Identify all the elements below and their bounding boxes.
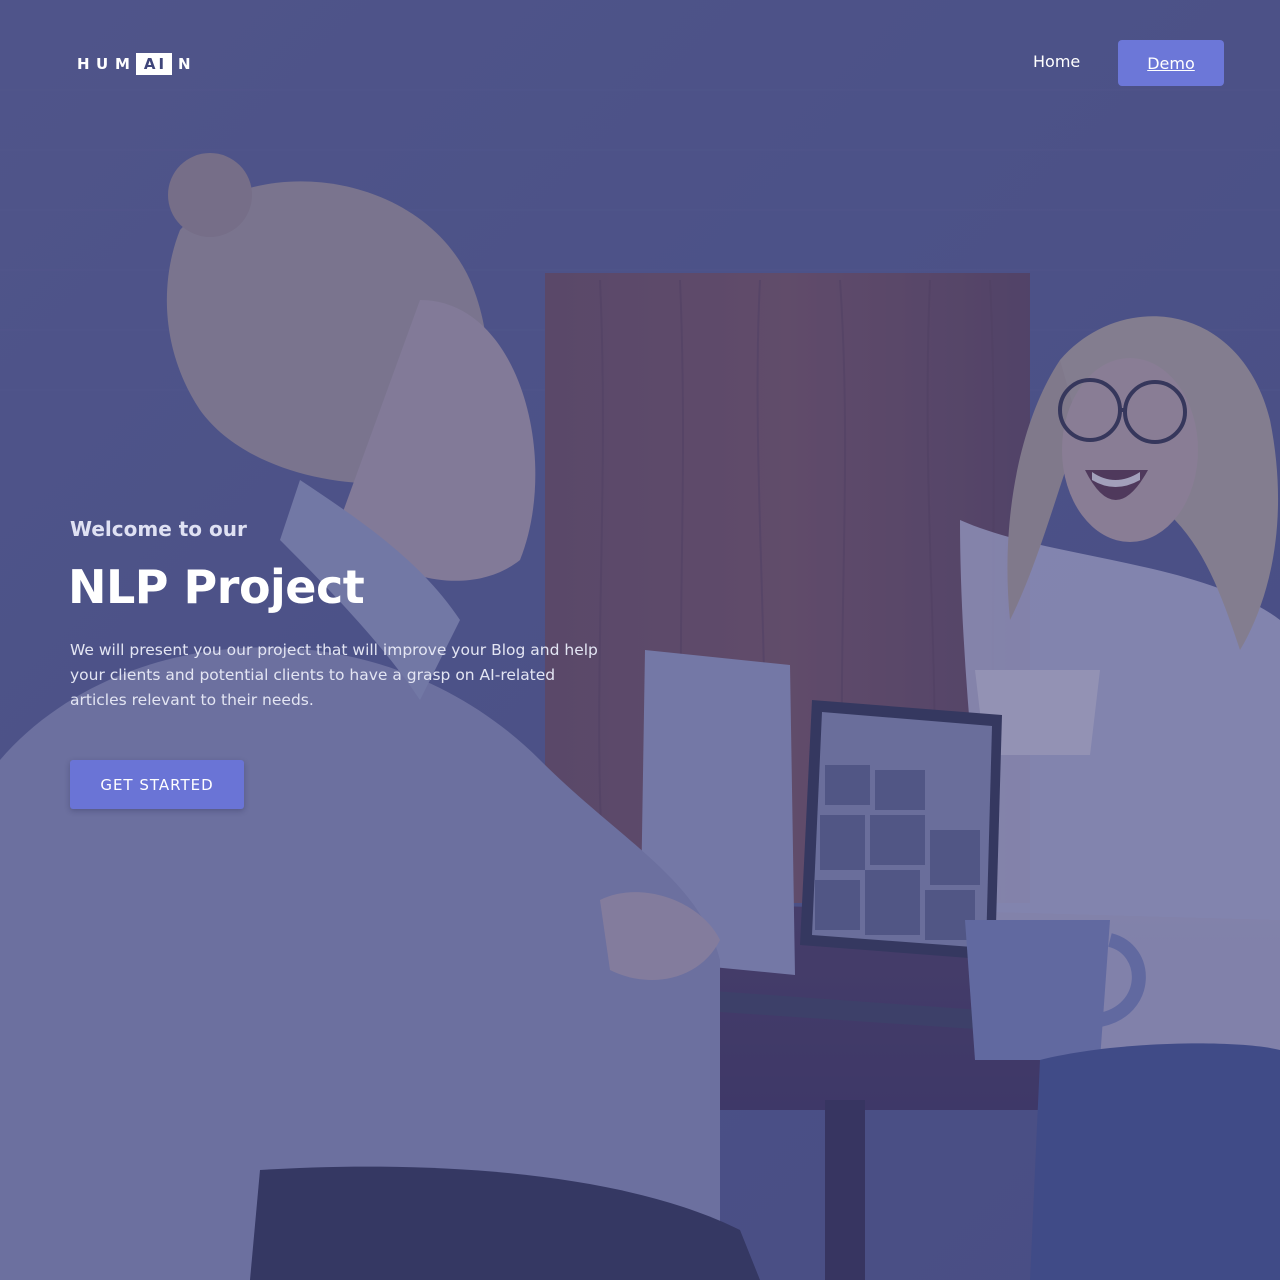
humain-logo[interactable]: H U M AI N: [77, 52, 197, 76]
logo-letter: H: [77, 55, 90, 73]
logo-ai-box: AI: [136, 53, 172, 75]
nav-home-link[interactable]: Home: [1033, 52, 1080, 71]
get-started-button[interactable]: GET STARTED: [70, 760, 244, 809]
logo-letter: N: [178, 55, 191, 73]
logo-letter: M: [115, 55, 130, 73]
top-navbar: H U M AI N Home Demo: [0, 0, 1280, 126]
logo-letter: U: [96, 55, 109, 73]
hero-description: We will present you our project that wil…: [70, 641, 598, 709]
nav-demo-button[interactable]: Demo: [1118, 40, 1224, 86]
hero-welcome-text: Welcome to our: [70, 517, 247, 541]
hero-title: NLP Project: [68, 560, 365, 614]
